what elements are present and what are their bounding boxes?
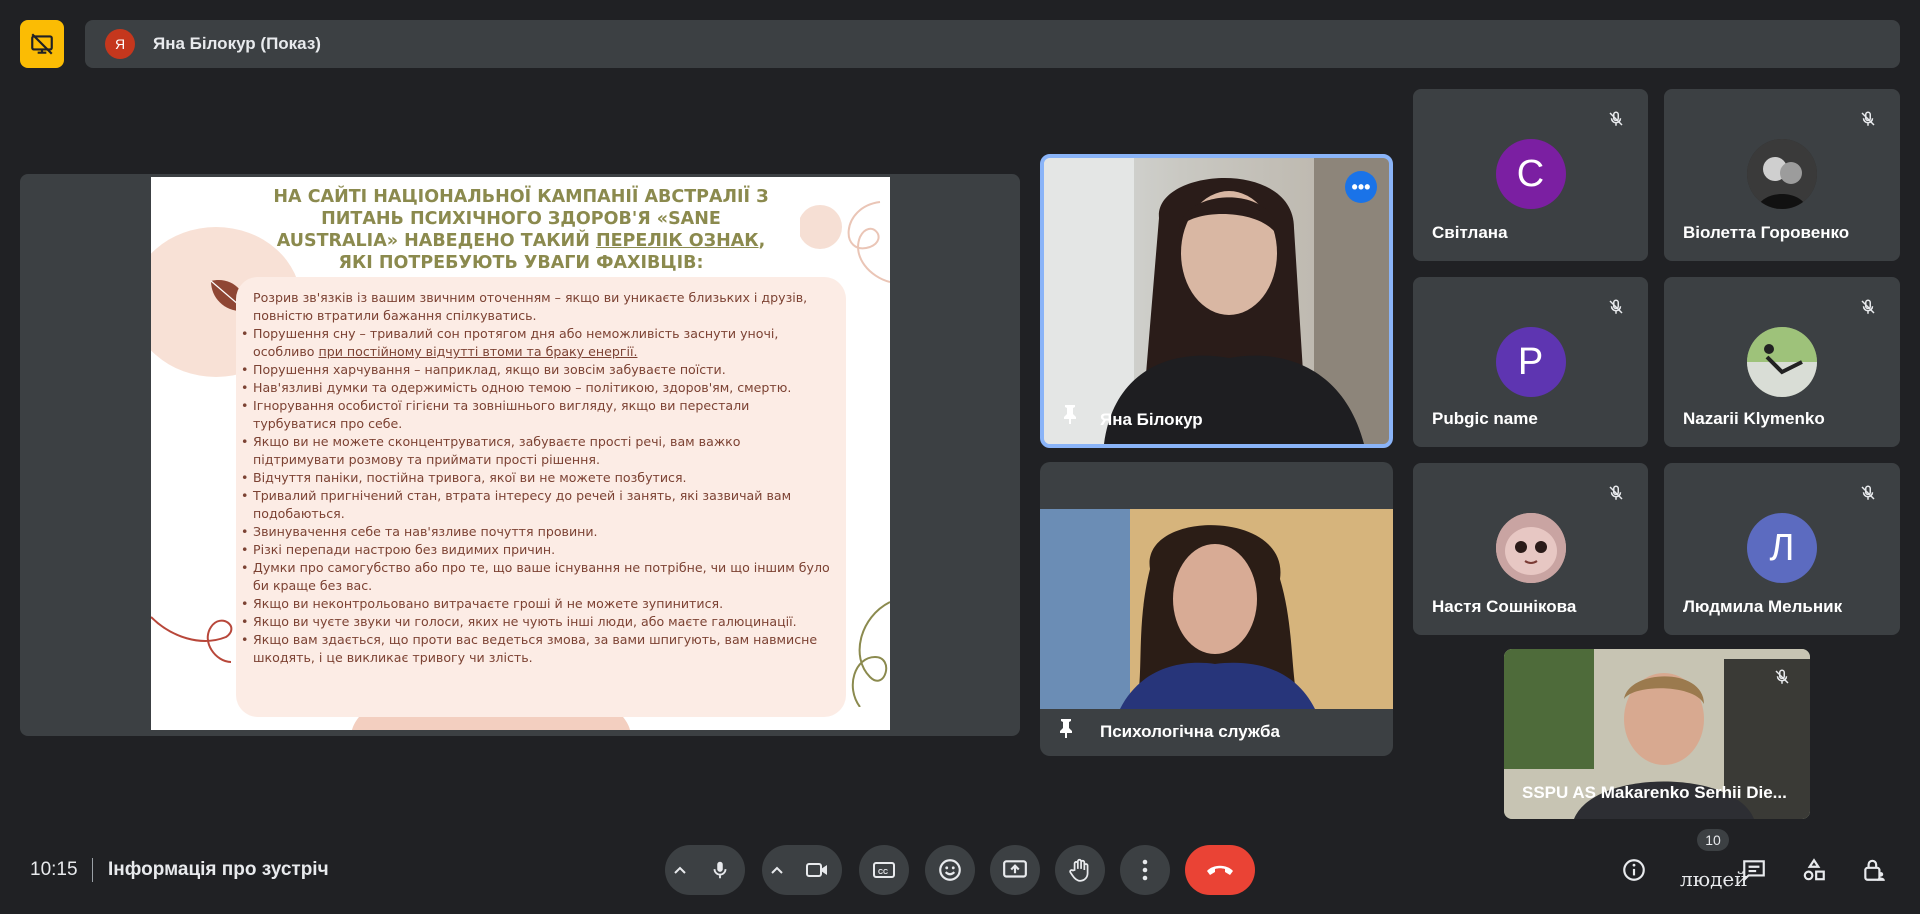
slide-title: НА САЙТІ НАЦІОНАЛЬНОЇ КАМПАНІЇ АВСТРАЛІЇ… <box>261 186 781 274</box>
participant-name: Яна Білокур <box>1100 410 1203 429</box>
avatar: P <box>1495 327 1566 397</box>
people-count-badge: 10 <box>1697 829 1729 851</box>
participant-video-image <box>1040 509 1393 709</box>
presenter-title: Яна Білокур (Показ) <box>153 34 321 53</box>
info-icon <box>1623 859 1645 881</box>
activities-button[interactable] <box>1796 852 1832 888</box>
avatar-photo <box>1747 327 1817 397</box>
mic-off-icon <box>1770 665 1794 689</box>
present-screen-button[interactable] <box>990 845 1040 895</box>
mic-off-icon <box>1604 107 1628 131</box>
participant-name: Віолетта Горовенко <box>1683 223 1850 242</box>
chevron-up-icon[interactable] <box>762 865 792 875</box>
emoji-reaction-button[interactable] <box>925 845 975 895</box>
chevron-up-icon[interactable] <box>665 865 695 875</box>
chat-button[interactable] <box>1736 852 1772 888</box>
list-item: Думки про самогубство або про те, що ваш… <box>241 559 831 595</box>
divider <box>92 858 93 882</box>
list-item: Розрив зв'язків із вашим звичним оточенн… <box>253 290 808 323</box>
present-screen-icon <box>1003 860 1027 878</box>
mic-off-icon <box>1856 107 1880 131</box>
swirl-decoration-icon <box>151 616 233 663</box>
more-options-button[interactable] <box>1120 845 1170 895</box>
leave-call-button[interactable] <box>1185 845 1255 895</box>
presenter-avatar: Я <box>105 29 135 59</box>
svg-text:CC: CC <box>878 869 888 876</box>
list-item: Тривалий пригнічений стан, втрата інтере… <box>241 487 831 523</box>
participant-name: Людмила Мельник <box>1683 597 1843 616</box>
avatar-photo <box>1495 513 1566 583</box>
participant-tile[interactable]: Nazarii Klymenko <box>1664 277 1900 447</box>
presentation-slide: НА САЙТІ НАЦІОНАЛЬНОЇ КАМПАНІЇ АВСТРАЛІЇ… <box>151 177 890 730</box>
mic-off-icon <box>1604 481 1628 505</box>
presentation-off-icon <box>31 33 53 55</box>
participant-name: Психологічна служба <box>1100 722 1280 741</box>
list-item: Якщо ви неконтрольовано витрачаєте гроші… <box>241 595 831 613</box>
meeting-details-button[interactable] <box>1616 852 1652 888</box>
mic-off-icon <box>1856 295 1880 319</box>
slide-symptom-list: Розрив зв'язків із вашим звичним оточенн… <box>241 289 831 667</box>
emoji-icon <box>939 859 961 881</box>
avatar: Л <box>1747 513 1817 583</box>
participant-tile[interactable]: C Світлана <box>1413 89 1648 261</box>
captions-icon: CC <box>873 862 895 878</box>
camera-icon[interactable] <box>792 845 842 895</box>
participant-tile[interactable]: P Pubgic name <box>1413 277 1648 447</box>
slide-title-link: ПЕРЕЛІК ОЗНАК <box>595 231 759 251</box>
list-item: Якщо вам здається, що проти вас ведеться… <box>241 631 831 667</box>
microphone-control[interactable] <box>665 845 745 895</box>
list-item: Якщо ви не можете сконцентруватися, забу… <box>241 433 831 469</box>
chat-icon <box>1743 860 1765 883</box>
list-item: Відчуття паніки, постійна тривога, якої … <box>241 469 831 487</box>
shapes-icon <box>1803 858 1825 881</box>
list-item: Порушення сну – тривалий сон протягом дн… <box>241 325 831 361</box>
list-item: Порушення харчування – наприклад, якщо в… <box>241 361 831 379</box>
pin-icon[interactable] <box>1056 717 1076 744</box>
mic-off-icon <box>1856 481 1880 505</box>
host-controls-button[interactable] <box>1856 852 1892 888</box>
pin-icon[interactable] <box>1060 403 1080 430</box>
participant-name: Настя Сошнікова <box>1432 597 1577 616</box>
psychology-service-video-tile[interactable]: Психологічна служба <box>1040 462 1393 756</box>
participant-name: Pubgic name <box>1432 409 1538 428</box>
participant-tile[interactable]: Настя Сошнікова <box>1413 463 1648 635</box>
camera-control[interactable] <box>762 845 842 895</box>
participant-tile[interactable]: Л Людмила Мельник <box>1664 463 1900 635</box>
list-item-underlined: при постійному відчутті втоми та браку е… <box>318 344 638 359</box>
participant-name: SSPU AS Makarenko Serhii Die... <box>1522 783 1787 802</box>
more-vert-icon <box>1142 859 1148 881</box>
presentation-status-icon[interactable] <box>20 20 64 68</box>
captions-button[interactable]: CC <box>859 845 909 895</box>
list-item: Ігнорування особистої гігієни та зовнішн… <box>241 397 831 433</box>
participant-tile[interactable]: Віолетта Горовенко <box>1664 89 1900 261</box>
clock: 10:15 <box>30 859 78 880</box>
speaker-video-tile[interactable]: ••• Яна Білокур <box>1040 154 1393 448</box>
list-item: Звинувачення себе та нав'язливе почуття … <box>241 523 831 541</box>
raise-hand-button[interactable] <box>1055 845 1105 895</box>
participant-name: Світлана <box>1432 223 1508 242</box>
mic-icon[interactable] <box>695 845 745 895</box>
more-options-button[interactable]: ••• <box>1345 171 1377 203</box>
participant-name: Nazarii Klymenko <box>1683 409 1825 428</box>
mic-off-icon <box>1604 295 1628 319</box>
speaker-video-image <box>1044 158 1389 444</box>
avatar: C <box>1495 139 1566 209</box>
meeting-info-link[interactable]: Інформація про зустріч <box>108 859 329 881</box>
end-call-icon <box>1207 865 1233 875</box>
avatar-photo <box>1747 139 1817 209</box>
list-item: Різкі перепади настрою без видимих причи… <box>241 541 831 559</box>
list-item: Нав'язливі думки та одержимість одною те… <box>241 379 831 397</box>
participant-video-tile[interactable]: SSPU AS Makarenko Serhii Die... <box>1504 649 1810 819</box>
swirl-decoration-icon <box>851 601 890 707</box>
list-item: Якщо ви чуєте звуки чи голоси, яких не ч… <box>241 613 831 631</box>
presenter-banner: Я Яна Білокур (Показ) <box>85 20 1900 68</box>
lock-person-icon <box>1864 859 1885 881</box>
hand-icon <box>1069 858 1089 882</box>
